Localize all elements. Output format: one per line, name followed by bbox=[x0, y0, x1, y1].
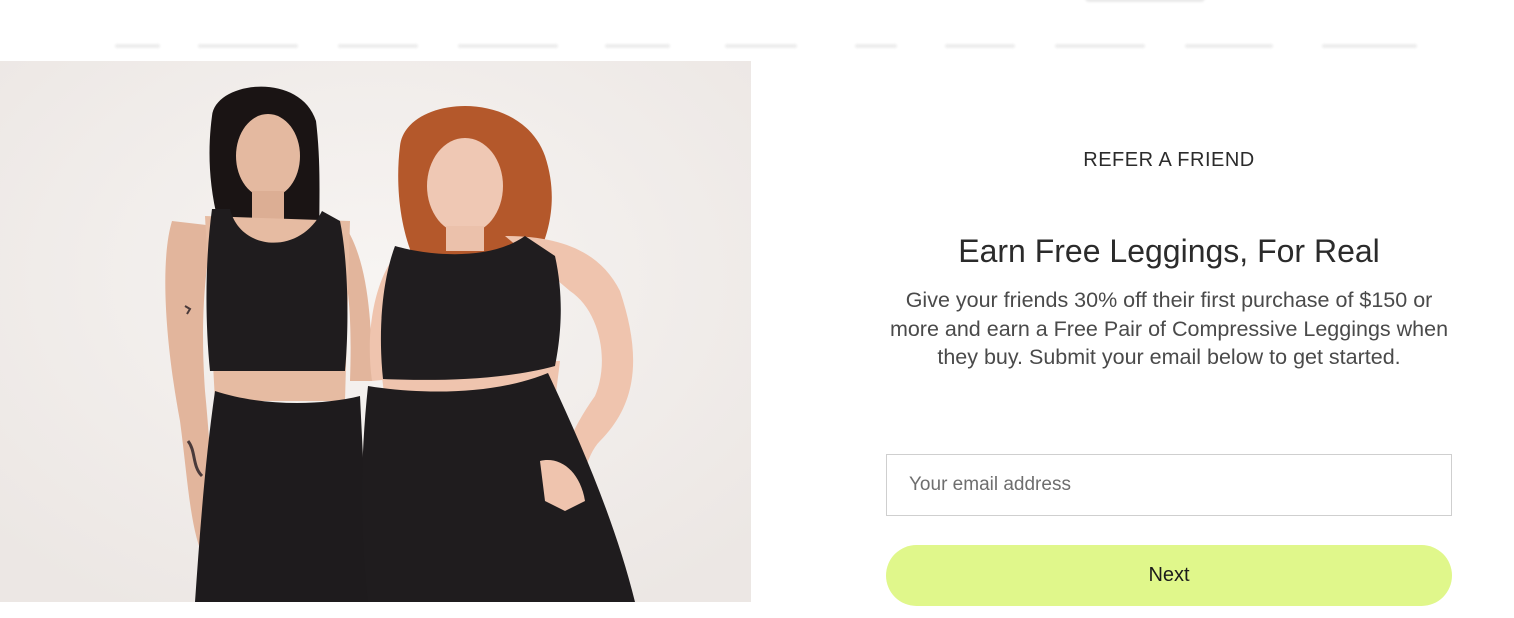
nav-item[interactable] bbox=[458, 44, 558, 48]
hero-model-photo bbox=[0, 61, 751, 602]
model-photo-illustration bbox=[0, 61, 751, 602]
page-title: Earn Free Leggings, For Real bbox=[958, 233, 1380, 269]
description-text: Give your friends 30% off their first pu… bbox=[889, 288, 1449, 369]
nav-item[interactable] bbox=[605, 44, 670, 48]
top-navigation-strip bbox=[0, 0, 1514, 60]
nav-item[interactable] bbox=[1055, 44, 1145, 48]
section-eyebrow: REFER A FRIEND bbox=[1083, 149, 1255, 171]
nav-item[interactable] bbox=[945, 44, 1015, 48]
nav-item[interactable] bbox=[198, 44, 298, 48]
nav-item[interactable] bbox=[1322, 44, 1417, 48]
referral-panel: REFER A FRIEND Earn Free Leggings, For R… bbox=[886, 61, 1452, 606]
nav-item[interactable] bbox=[338, 44, 418, 48]
next-button[interactable]: Next bbox=[886, 545, 1452, 606]
email-field[interactable] bbox=[886, 454, 1452, 516]
nav-item[interactable] bbox=[725, 44, 797, 48]
brand-logo bbox=[1085, 0, 1205, 2]
nav-item[interactable] bbox=[115, 44, 160, 48]
nav-item[interactable] bbox=[1185, 44, 1273, 48]
nav-item[interactable] bbox=[855, 44, 897, 48]
refer-a-friend-page: REFER A FRIEND Earn Free Leggings, For R… bbox=[0, 0, 1514, 618]
